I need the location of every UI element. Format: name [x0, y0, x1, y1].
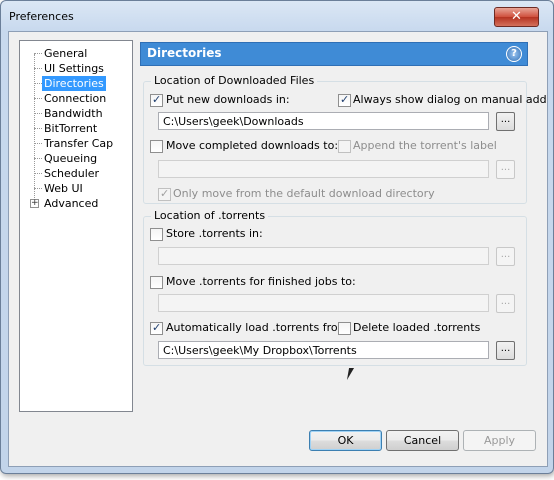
delete-loaded-label[interactable]: Delete loaded .torrents [353, 321, 480, 334]
torrents-group-label: Location of .torrents [151, 209, 269, 222]
window-title: Preferences [9, 10, 74, 23]
move-finished-label[interactable]: Move .torrents for finished jobs to: [166, 275, 356, 288]
move-finished-checkbox[interactable] [150, 276, 163, 289]
tree-connector [34, 54, 35, 204]
append-label-checkbox[interactable] [338, 140, 351, 153]
put-new-downloads-label[interactable]: Put new downloads in: [166, 93, 290, 106]
auto-load-path-input[interactable]: C:\Users\geek\My Dropbox\Torrents [158, 341, 489, 359]
tree-item-transfer-cap[interactable]: Transfer Cap [42, 136, 115, 151]
tree-item-bandwidth[interactable]: Bandwidth [42, 106, 105, 121]
browse-store-path-button[interactable]: ... [496, 247, 515, 266]
browse-download-path-button[interactable]: ... [496, 112, 515, 131]
section-title: Directories [147, 46, 222, 60]
tree-item-connection[interactable]: Connection [42, 91, 108, 106]
category-tree[interactable]: General UI Settings Directories Connecti… [19, 40, 133, 412]
always-show-dialog-label[interactable]: Always show dialog on manual add [353, 93, 547, 106]
delete-loaded-checkbox[interactable] [338, 322, 351, 335]
tree-item-general[interactable]: General [42, 46, 89, 61]
browse-completed-path-button[interactable]: ... [496, 160, 515, 179]
move-completed-label[interactable]: Move completed downloads to: [166, 139, 338, 152]
browse-finished-path-button[interactable]: ... [496, 294, 515, 313]
finished-path-input[interactable] [158, 294, 489, 312]
only-move-label: Only move from the default download dire… [173, 187, 435, 200]
expand-plus-icon[interactable]: + [30, 199, 39, 208]
store-path-input[interactable] [158, 247, 489, 265]
store-torrents-checkbox[interactable] [150, 228, 163, 241]
downloads-group-label: Location of Downloaded Files [151, 74, 318, 87]
help-icon[interactable]: ? [506, 46, 522, 62]
tree-item-directories[interactable]: Directories [42, 76, 106, 91]
auto-load-label[interactable]: Automatically load .torrents from: [166, 321, 352, 334]
cancel-button[interactable]: Cancel [386, 430, 459, 451]
ok-button[interactable]: OK [309, 430, 382, 451]
section-header: Directories ? [140, 42, 528, 66]
download-path-input[interactable]: C:\Users\geek\Downloads [158, 112, 489, 130]
mouse-cursor-icon [346, 368, 355, 380]
apply-button[interactable]: Apply [463, 430, 536, 451]
browse-auto-load-path-button[interactable]: ... [496, 341, 515, 360]
tree-item-scheduler[interactable]: Scheduler [42, 166, 101, 181]
title-bar[interactable]: Preferences ✕ [1, 1, 553, 31]
completed-path-input[interactable] [158, 160, 489, 178]
tree-item-bittorrent[interactable]: BitTorrent [42, 121, 99, 136]
tree-item-advanced[interactable]: Advanced [42, 196, 100, 211]
always-show-dialog-checkbox[interactable] [338, 93, 351, 107]
tree-item-ui-settings[interactable]: UI Settings [42, 61, 106, 76]
close-button[interactable]: ✕ [494, 7, 539, 27]
only-move-checkbox[interactable] [158, 187, 171, 201]
store-torrents-label[interactable]: Store .torrents in: [166, 227, 263, 240]
move-completed-checkbox[interactable] [150, 140, 163, 153]
append-label-label: Append the torrent's label [353, 139, 497, 152]
auto-load-checkbox[interactable] [150, 321, 163, 335]
put-new-downloads-checkbox[interactable] [150, 93, 163, 107]
dialog-client-area: General UI Settings Directories Connecti… [8, 31, 548, 467]
tree-item-queueing[interactable]: Queueing [42, 151, 99, 166]
preferences-window: Preferences ✕ General UI Settings Direct… [0, 0, 554, 474]
tree-item-web-ui[interactable]: Web UI [42, 181, 85, 196]
